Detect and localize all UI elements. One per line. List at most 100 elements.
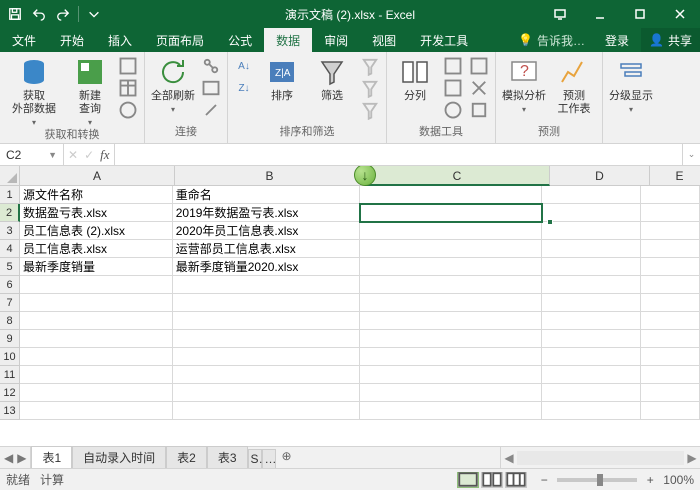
horizontal-scrollbar[interactable]: ◀ ▶ — [500, 447, 700, 468]
from-table-icon[interactable] — [118, 78, 138, 98]
cell-E1[interactable] — [641, 186, 700, 204]
share-button[interactable]: 👤共享 — [641, 28, 700, 52]
fill-handle[interactable] — [547, 219, 553, 225]
cell-E5[interactable] — [641, 258, 700, 276]
flash-fill-icon[interactable] — [443, 56, 463, 76]
cell-A13[interactable] — [20, 402, 173, 420]
enter-formula-icon[interactable]: ✓ — [84, 148, 94, 162]
cell-E12[interactable] — [641, 384, 700, 402]
sort-az-icon[interactable]: A↓ — [234, 56, 254, 76]
scroll-left-icon[interactable]: ◀ — [501, 451, 517, 465]
maximize-button[interactable] — [620, 0, 660, 28]
scroll-right-icon[interactable]: ▶ — [684, 451, 700, 465]
zoom-thumb[interactable] — [597, 474, 603, 486]
advanced-icon[interactable] — [360, 100, 380, 120]
properties-icon[interactable] — [201, 78, 221, 98]
outline-button[interactable]: 分级显示▾ — [609, 56, 653, 115]
reapply-icon[interactable] — [360, 78, 380, 98]
select-all-cell[interactable] — [0, 166, 20, 186]
cell-B1[interactable]: 重命名 — [173, 186, 360, 204]
cell-B3[interactable]: 2020年员工信息表.xlsx — [173, 222, 360, 240]
fx-icon[interactable]: fx — [100, 147, 109, 163]
row-header-1[interactable]: 1 — [0, 186, 20, 204]
row-header-6[interactable]: 6 — [0, 276, 20, 294]
cell-E9[interactable] — [641, 330, 700, 348]
sheet-nav-prev-icon[interactable]: ◀ — [4, 451, 13, 465]
cell-B6[interactable] — [173, 276, 360, 294]
cell-D1[interactable] — [542, 186, 641, 204]
filter-button[interactable]: 筛选 — [310, 56, 354, 103]
remove-duplicates-icon[interactable] — [443, 78, 463, 98]
cell-A9[interactable] — [20, 330, 173, 348]
sheet-tab-1[interactable]: 自动录入时间 — [72, 446, 166, 468]
row-header-11[interactable]: 11 — [0, 366, 20, 384]
expand-formula-bar[interactable]: ⌄ — [682, 144, 700, 165]
cell-C2[interactable] — [360, 204, 542, 222]
cancel-formula-icon[interactable]: ✕ — [68, 148, 78, 162]
cells-area[interactable]: 源文件名称重命名数据盈亏表.xlsx2019年数据盈亏表.xlsx员工信息表 (… — [20, 186, 700, 420]
cell-A8[interactable] — [20, 312, 173, 330]
connections-icon[interactable] — [201, 56, 221, 76]
ribbon-options-icon[interactable] — [540, 0, 580, 28]
col-header-E[interactable]: E — [650, 166, 700, 186]
row-header-10[interactable]: 10 — [0, 348, 20, 366]
cell-D6[interactable] — [542, 276, 641, 294]
undo-icon[interactable] — [28, 3, 50, 25]
row-header-4[interactable]: 4 — [0, 240, 20, 258]
refresh-all-button[interactable]: 全部刷新▾ — [151, 56, 195, 115]
tab-home[interactable]: 开始 — [48, 28, 96, 52]
formula-input[interactable] — [115, 144, 682, 165]
col-header-D[interactable]: D — [550, 166, 650, 186]
page-layout-view-button[interactable] — [481, 472, 503, 488]
tell-me[interactable]: 💡告诉我… — [510, 28, 593, 52]
worksheet-grid[interactable]: ABCDE↓ 12345678910111213 源文件名称重命名数据盈亏表.x… — [0, 166, 700, 446]
cell-E6[interactable] — [641, 276, 700, 294]
what-if-button[interactable]: ? 模拟分析▾ — [502, 56, 546, 115]
qat-customize-icon[interactable] — [83, 3, 105, 25]
row-header-7[interactable]: 7 — [0, 294, 20, 312]
row-header-8[interactable]: 8 — [0, 312, 20, 330]
cell-B13[interactable] — [173, 402, 360, 420]
sheet-tab-more[interactable]: S… — [248, 449, 262, 468]
cell-C3[interactable] — [360, 222, 542, 240]
cell-A2[interactable]: 数据盈亏表.xlsx — [20, 204, 173, 222]
row-header-3[interactable]: 3 — [0, 222, 20, 240]
new-query-button[interactable]: 新建 查询▾ — [68, 56, 112, 128]
cell-E4[interactable] — [641, 240, 700, 258]
zoom-level[interactable]: 100% — [663, 473, 694, 487]
tab-file[interactable]: 文件 — [0, 28, 48, 52]
cell-C8[interactable] — [360, 312, 542, 330]
cell-A12[interactable] — [20, 384, 173, 402]
cell-E3[interactable] — [641, 222, 700, 240]
sheet-tab-3[interactable]: 表3 — [207, 446, 248, 468]
cell-A7[interactable] — [20, 294, 173, 312]
cell-B11[interactable] — [173, 366, 360, 384]
row-header-12[interactable]: 12 — [0, 384, 20, 402]
tab-data[interactable]: 数据 — [264, 28, 312, 52]
sheet-nav[interactable]: ◀▶ — [0, 447, 31, 468]
get-external-data-button[interactable]: 获取 外部数据▾ — [6, 56, 62, 128]
cell-A5[interactable]: 最新季度销量 — [20, 258, 173, 276]
cell-B2[interactable]: 2019年数据盈亏表.xlsx — [173, 204, 360, 222]
cell-B5[interactable]: 最新季度销量2020.xlsx — [173, 258, 360, 276]
cell-D9[interactable] — [542, 330, 641, 348]
cell-E7[interactable] — [641, 294, 700, 312]
show-queries-icon[interactable] — [118, 56, 138, 76]
cell-C10[interactable] — [360, 348, 542, 366]
cell-D12[interactable] — [542, 384, 641, 402]
cell-B4[interactable]: 运营部员工信息表.xlsx — [173, 240, 360, 258]
forecast-sheet-button[interactable]: 预测 工作表 — [552, 56, 596, 116]
normal-view-button[interactable] — [457, 472, 479, 488]
cell-B7[interactable] — [173, 294, 360, 312]
cell-A1[interactable]: 源文件名称 — [20, 186, 173, 204]
name-box[interactable]: C2▼ — [0, 144, 64, 165]
cell-E2[interactable] — [641, 204, 700, 222]
cell-E11[interactable] — [641, 366, 700, 384]
cell-C11[interactable] — [360, 366, 542, 384]
cell-D13[interactable] — [542, 402, 641, 420]
row-header-13[interactable]: 13 — [0, 402, 20, 420]
scroll-track[interactable] — [517, 451, 684, 465]
sheet-tab-2[interactable]: 表2 — [166, 446, 207, 468]
cell-D8[interactable] — [542, 312, 641, 330]
chevron-down-icon[interactable]: ▼ — [48, 150, 57, 160]
